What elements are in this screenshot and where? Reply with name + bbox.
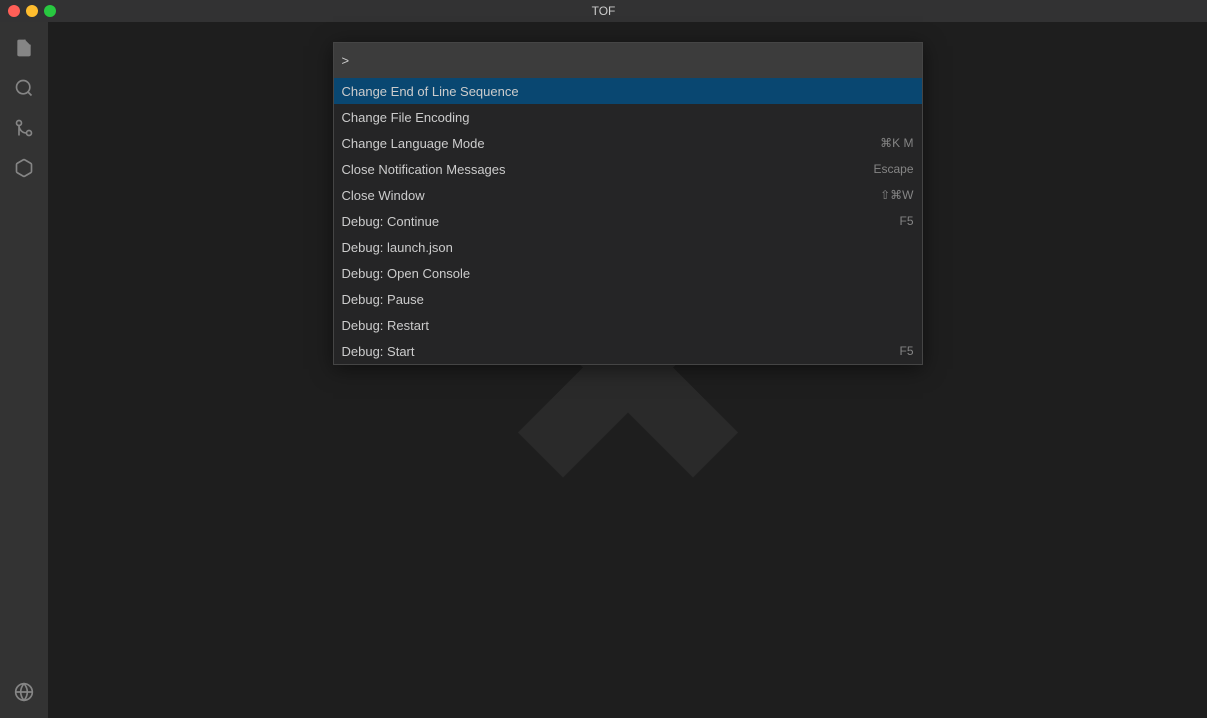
command-item[interactable]: Change End of Line Sequence <box>334 78 922 104</box>
command-item-shortcut: F5 <box>899 344 913 358</box>
command-list: Change End of Line Sequence Change File E… <box>334 78 922 364</box>
editor-area: > Change End of Line Sequence Change File… <box>48 22 1207 718</box>
command-item[interactable]: Debug: Restart <box>334 312 922 338</box>
remote-icon[interactable] <box>6 674 42 710</box>
command-item[interactable]: Debug: Start F5 <box>334 338 922 364</box>
command-item[interactable]: Debug: Continue F5 <box>334 208 922 234</box>
close-button[interactable] <box>8 5 20 17</box>
command-item[interactable]: Debug: Open Console <box>334 260 922 286</box>
command-item[interactable]: Close Window ⇧⌘W <box>334 182 922 208</box>
command-item-shortcut: ⌘K M <box>880 136 913 150</box>
command-item-label: Change End of Line Sequence <box>342 84 519 99</box>
command-item-shortcut: Escape <box>873 162 913 176</box>
command-input-row[interactable]: > <box>334 43 922 78</box>
minimize-button[interactable] <box>26 5 38 17</box>
command-item-label: Debug: Start <box>342 344 415 359</box>
command-item-label: Debug: launch.json <box>342 240 453 255</box>
command-input[interactable] <box>353 53 913 68</box>
window-title: TOF <box>592 4 616 18</box>
command-palette-overlay: > Change End of Line Sequence Change File… <box>48 22 1207 718</box>
command-item[interactable]: Change Language Mode ⌘K M <box>334 130 922 156</box>
command-item-label: Change Language Mode <box>342 136 485 151</box>
source-control-icon[interactable] <box>6 110 42 146</box>
command-item-label: Debug: Pause <box>342 292 424 307</box>
command-palette[interactable]: > Change End of Line Sequence Change File… <box>333 42 923 365</box>
command-item[interactable]: Debug: Pause <box>334 286 922 312</box>
main-layout: > Change End of Line Sequence Change File… <box>0 22 1207 718</box>
command-item-label: Close Notification Messages <box>342 162 506 177</box>
activity-bar <box>0 22 48 718</box>
command-item[interactable]: Debug: launch.json <box>334 234 922 260</box>
command-item-label: Debug: Continue <box>342 214 440 229</box>
command-item-label: Debug: Restart <box>342 318 429 333</box>
title-bar: TOF <box>0 0 1207 22</box>
command-item-shortcut: F5 <box>899 214 913 228</box>
command-item-label: Change File Encoding <box>342 110 470 125</box>
command-item[interactable]: Close Notification Messages Escape <box>334 156 922 182</box>
command-prompt: > <box>342 53 350 68</box>
files-icon[interactable] <box>6 30 42 66</box>
command-item-shortcut: ⇧⌘W <box>880 188 913 202</box>
command-list-container: Change End of Line Sequence Change File E… <box>334 78 922 364</box>
command-item-label: Close Window <box>342 188 425 203</box>
maximize-button[interactable] <box>44 5 56 17</box>
extensions-icon[interactable] <box>6 150 42 186</box>
search-icon[interactable] <box>6 70 42 106</box>
command-item-label: Debug: Open Console <box>342 266 471 281</box>
command-item[interactable]: Change File Encoding <box>334 104 922 130</box>
window-controls[interactable] <box>8 5 56 17</box>
